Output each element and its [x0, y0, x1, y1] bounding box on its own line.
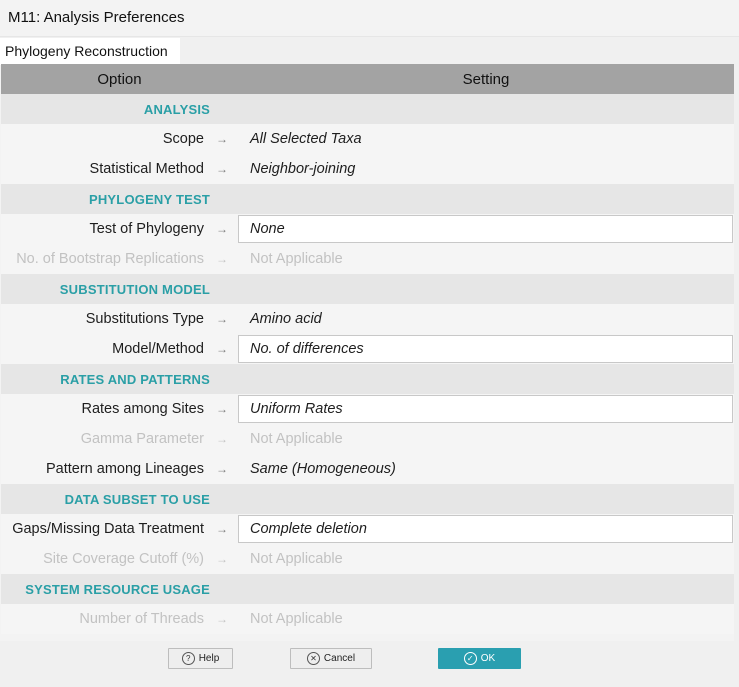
- close-icon: ✕: [306, 652, 320, 665]
- option-row: Number of Threads → Not Applicable: [1, 604, 734, 634]
- section-label: SYSTEM RESOURCE USAGE: [25, 581, 210, 597]
- section-label: DATA SUBSET TO USE: [64, 491, 210, 507]
- option-label: No. of Bootstrap Replications: [16, 251, 204, 267]
- arrow-right-icon: →: [216, 252, 228, 266]
- setting-value: Not Applicable: [250, 251, 343, 267]
- option-label: Gamma Parameter: [80, 431, 204, 447]
- setting-value[interactable]: No. of differences: [250, 341, 364, 357]
- option-label: Statistical Method: [89, 161, 204, 177]
- cancel-button-label: Cancel: [323, 653, 356, 664]
- option-label: Gaps/Missing Data Treatment: [12, 521, 204, 537]
- option-label: Rates among Sites: [81, 401, 204, 417]
- header-option: Option: [97, 70, 142, 88]
- question-icon: ?: [181, 652, 195, 665]
- right-edge: [734, 64, 739, 641]
- setting-value[interactable]: None: [250, 221, 285, 237]
- header-setting: Setting: [462, 70, 510, 88]
- window-title: M11: Analysis Preferences: [8, 9, 185, 26]
- option-row[interactable]: Rates among Sites → Uniform Rates: [1, 394, 734, 424]
- setting-dropdown[interactable]: [238, 215, 733, 243]
- option-row[interactable]: Pattern among Lineages → Same (Homogeneous…: [1, 454, 734, 484]
- title-bar: M11: Analysis Preferences: [0, 0, 739, 36]
- section-header: ANALYSIS: [1, 94, 734, 124]
- setting-value: Not Applicable: [250, 611, 343, 627]
- ok-button[interactable]: ✓ OK: [438, 648, 521, 669]
- help-button[interactable]: ? Help: [168, 648, 233, 669]
- setting-value[interactable]: All Selected Taxa: [250, 131, 362, 147]
- option-label: Substitutions Type: [85, 311, 204, 327]
- option-label: Site Coverage Cutoff (%): [43, 551, 204, 567]
- arrow-right-icon: →: [216, 432, 228, 446]
- arrow-right-icon: →: [216, 522, 228, 536]
- section-header: SYSTEM RESOURCE USAGE: [1, 574, 734, 604]
- option-row: Gamma Parameter → Not Applicable: [1, 424, 734, 454]
- option-row[interactable]: Statistical Method → Neighbor-joining: [1, 154, 734, 184]
- setting-value[interactable]: Neighbor-joining: [250, 161, 355, 177]
- option-row[interactable]: Gaps/Missing Data Treatment → Complete del…: [1, 514, 734, 544]
- option-row[interactable]: Test of Phylogeny → None: [1, 214, 734, 244]
- option-row[interactable]: Substitutions Type → Amino acid: [1, 304, 734, 334]
- option-row: No. of Bootstrap Replications → Not Applic…: [1, 244, 734, 274]
- section-header: RATES AND PATTERNS: [1, 364, 734, 394]
- section-header: DATA SUBSET TO USE: [1, 484, 734, 514]
- arrow-right-icon: →: [216, 552, 228, 566]
- section-header: SUBSTITUTION MODEL: [1, 274, 734, 304]
- setting-value: Not Applicable: [250, 431, 343, 447]
- setting-value: Not Applicable: [250, 551, 343, 567]
- section-label: SUBSTITUTION MODEL: [59, 281, 210, 297]
- option-label: Scope: [162, 131, 204, 147]
- arrow-right-icon: →: [216, 342, 228, 356]
- option-label: Test of Phylogeny: [89, 221, 204, 237]
- arrow-right-icon: →: [216, 162, 228, 176]
- arrow-right-icon: →: [216, 222, 228, 236]
- section-label: ANALYSIS: [143, 101, 210, 117]
- check-icon: ✓: [463, 652, 477, 665]
- grid-body: ANALYSIS Scope → All Selected Taxa Statistic…: [1, 94, 734, 634]
- setting-value[interactable]: Uniform Rates: [250, 401, 343, 417]
- preferences-grid: Option Setting ANALYSIS Scope → All Selecte…: [1, 64, 734, 634]
- option-label: Number of Threads: [79, 611, 204, 627]
- section-label: PHYLOGENY TEST: [88, 191, 210, 207]
- section-header: PHYLOGENY TEST: [1, 184, 734, 214]
- cancel-button[interactable]: ✕ Cancel: [290, 648, 372, 669]
- section-label: RATES AND PATTERNS: [60, 371, 210, 387]
- option-label: Pattern among Lineages: [46, 461, 204, 477]
- arrow-right-icon: →: [216, 402, 228, 416]
- arrow-right-icon: →: [216, 312, 228, 326]
- option-row[interactable]: Model/Method → No. of differences: [1, 334, 734, 364]
- option-row: Site Coverage Cutoff (%) → Not Applicable: [1, 544, 734, 574]
- option-label: Model/Method: [112, 341, 204, 357]
- arrow-right-icon: →: [216, 612, 228, 626]
- setting-value[interactable]: Complete deletion: [250, 521, 367, 537]
- setting-value[interactable]: Amino acid: [250, 311, 322, 327]
- arrow-right-icon: →: [216, 132, 228, 146]
- option-row[interactable]: Scope → All Selected Taxa: [1, 124, 734, 154]
- dialog-footer: ? Help ✕ Cancel ✓ OK: [0, 641, 739, 687]
- ok-button-label: OK: [480, 653, 496, 664]
- setting-value[interactable]: Same (Homogeneous): [250, 461, 396, 477]
- help-button-label: Help: [198, 653, 220, 664]
- tab-bar: Phylogeny Reconstruction: [0, 36, 739, 65]
- tab-phylogeny-reconstruction[interactable]: Phylogeny Reconstruction: [0, 38, 180, 65]
- arrow-right-icon: →: [216, 462, 228, 476]
- grid-header: Option Setting: [1, 64, 734, 94]
